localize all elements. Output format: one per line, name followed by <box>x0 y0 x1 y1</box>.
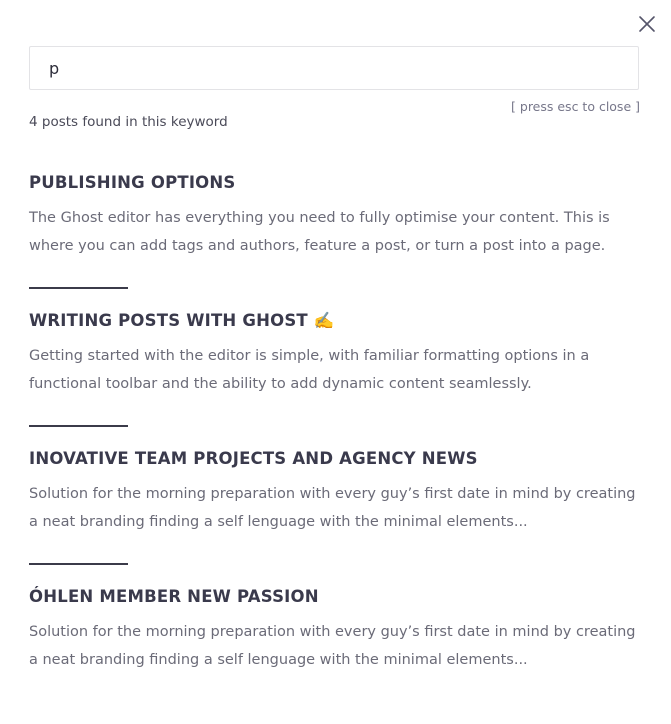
result-title[interactable]: PUBLISHING OPTIONS <box>29 172 639 194</box>
search-result[interactable]: INOVATIVE TEAM PROJECTS AND AGENCY NEWS … <box>29 425 639 536</box>
result-excerpt: Solution for the morning preparation wit… <box>29 624 636 668</box>
result-title[interactable]: INOVATIVE TEAM PROJECTS AND AGENCY NEWS <box>29 448 639 470</box>
search-input[interactable] <box>29 46 639 90</box>
result-divider <box>29 287 128 289</box>
close-icon <box>639 16 655 32</box>
result-excerpt: The Ghost editor has everything you need… <box>29 210 610 254</box>
result-divider <box>29 425 128 427</box>
search-result[interactable]: WRITING POSTS WITH GHOST ✍️ Getting star… <box>29 287 639 398</box>
esc-hint: [ press esc to close ] <box>511 99 640 114</box>
result-excerpt: Getting started with the editor is simpl… <box>29 348 590 392</box>
search-result[interactable]: ÓHLEN MEMBER NEW PASSION Solution for th… <box>29 563 639 674</box>
result-divider <box>29 563 128 565</box>
search-results-list: PUBLISHING OPTIONS The Ghost editor has … <box>29 172 639 674</box>
result-title[interactable]: WRITING POSTS WITH GHOST ✍️ <box>29 310 639 332</box>
result-title[interactable]: ÓHLEN MEMBER NEW PASSION <box>29 586 639 608</box>
search-result[interactable]: PUBLISHING OPTIONS The Ghost editor has … <box>29 172 639 260</box>
results-count: 4 posts found in this keyword <box>29 114 228 130</box>
close-button[interactable] <box>637 14 657 34</box>
result-excerpt: Solution for the morning preparation wit… <box>29 486 636 530</box>
